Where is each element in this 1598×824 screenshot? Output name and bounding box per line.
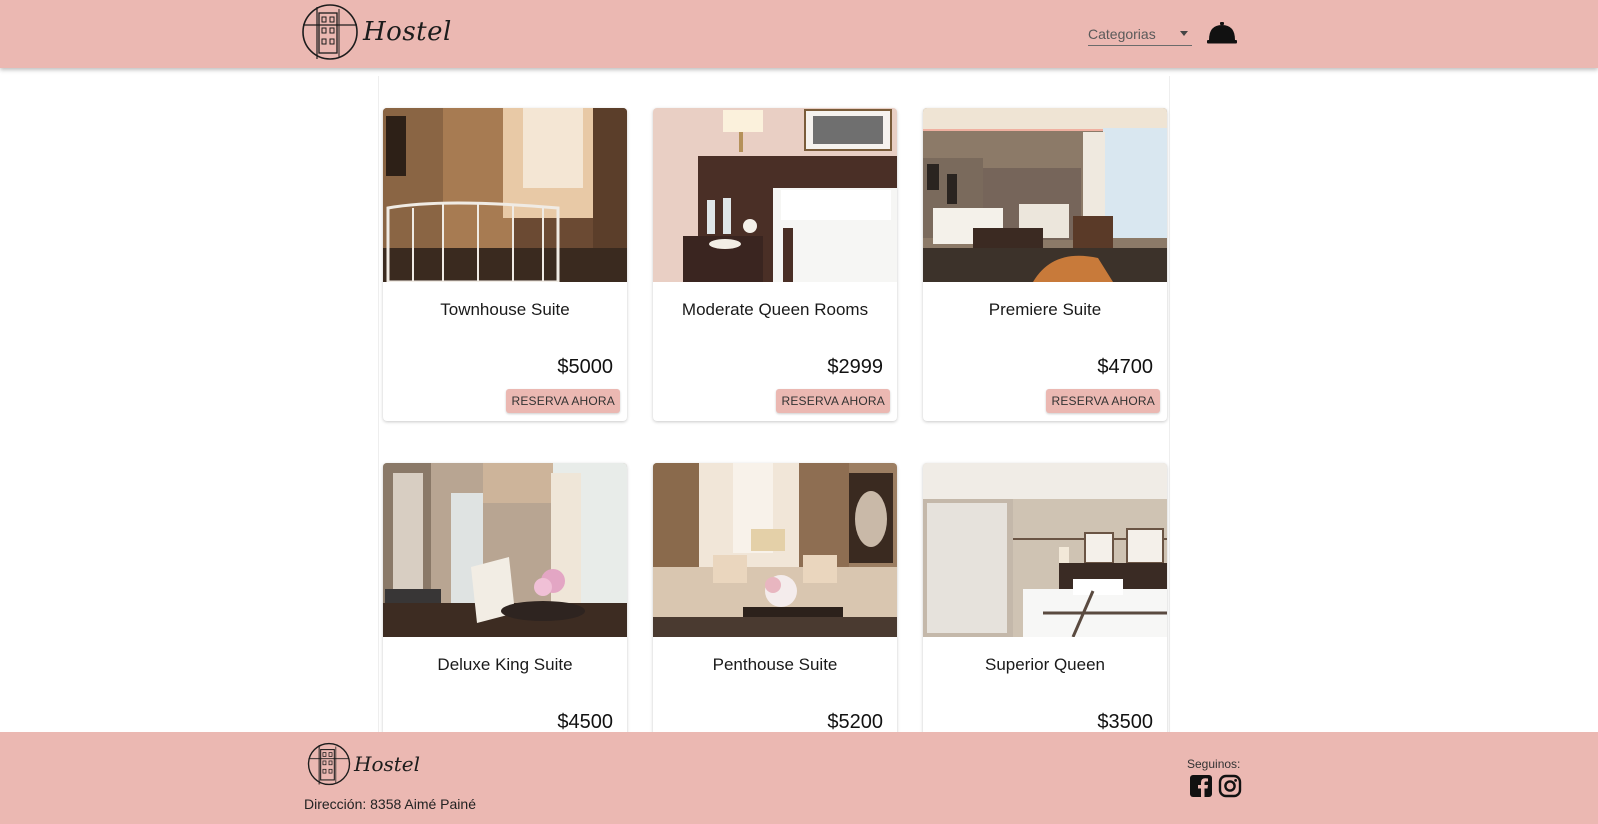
room-price: $2999 (827, 356, 883, 378)
room-card[interactable]: Penthouse Suite $5200 (653, 463, 897, 753)
logo-text: Hostel (363, 17, 452, 47)
room-card[interactable]: Premiere Suite $4700 RESERVA AHORA (923, 108, 1167, 421)
book-now-button[interactable]: RESERVA AHORA (506, 389, 620, 413)
room-price: $5000 (557, 356, 613, 378)
room-photo (383, 463, 627, 637)
follow-us-label: Seguinos: (1187, 757, 1241, 771)
footer-logo[interactable]: Hostel (307, 742, 420, 786)
social-links (1189, 774, 1242, 798)
room-photo (923, 108, 1167, 282)
facebook-icon[interactable] (1189, 774, 1213, 798)
room-card[interactable]: Townhouse Suite $5000 RESERVA AHORA (383, 108, 627, 421)
room-name: Penthouse Suite (712, 655, 838, 674)
room-name: Deluxe King Suite (437, 655, 573, 674)
rooms-grid: Townhouse Suite $5000 RESERVA AHORA Mode… (378, 76, 1170, 753)
categories-label: Categorias (1088, 25, 1156, 42)
room-photo (923, 463, 1167, 637)
room-card[interactable]: Deluxe King Suite $4500 (383, 463, 627, 753)
room-name: Premiere Suite (988, 300, 1102, 319)
room-photo (383, 108, 627, 282)
instagram-icon[interactable] (1218, 774, 1242, 798)
room-photo (653, 463, 897, 637)
room-service-bell-icon[interactable] (1206, 20, 1238, 46)
address-text: Dirección: 8358 Aimé Painé (304, 796, 476, 812)
room-name: Superior Queen (984, 655, 1106, 674)
room-name: Townhouse Suite (440, 300, 570, 319)
categories-dropdown[interactable]: Categorias (1088, 22, 1192, 46)
top-navbar: Hostel Categorias (0, 0, 1598, 68)
room-card[interactable]: Superior Queen $3500 (923, 463, 1167, 753)
book-now-button[interactable]: RESERVA AHORA (776, 389, 890, 413)
hotel-building-logo-icon (307, 742, 351, 786)
footer-logo-text: Hostel (354, 752, 421, 776)
footer: Hostel Dirección: 8358 Aimé Painé Seguin… (0, 732, 1598, 824)
hotel-building-logo-icon (302, 4, 358, 60)
room-name: Moderate Queen Rooms (681, 300, 869, 319)
room-price: $4700 (1097, 356, 1153, 378)
book-now-button[interactable]: RESERVA AHORA (1046, 389, 1160, 413)
hostel-logo[interactable]: Hostel (301, 3, 452, 61)
dropdown-arrow-icon (1180, 31, 1188, 36)
room-card[interactable]: Moderate Queen Rooms $2999 RESERVA AHORA (653, 108, 897, 421)
room-photo (653, 108, 897, 282)
